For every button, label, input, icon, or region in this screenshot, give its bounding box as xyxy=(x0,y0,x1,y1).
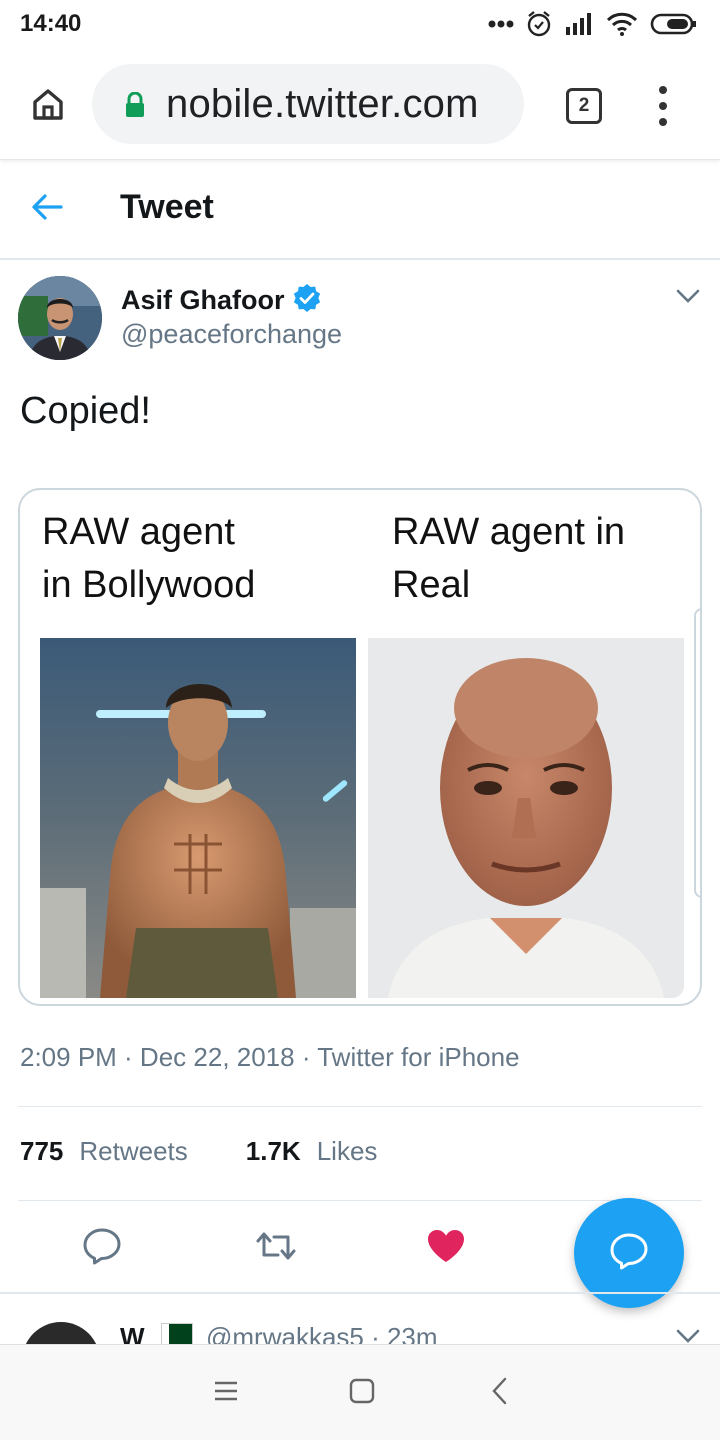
media-caption-right: RAW agent in Real xyxy=(392,511,626,606)
verified-badge-icon xyxy=(291,282,323,319)
like-button[interactable] xyxy=(424,1226,468,1270)
page-header: Tweet xyxy=(0,160,720,260)
divider xyxy=(18,1106,702,1107)
alarm-icon xyxy=(526,10,552,38)
back-arrow-icon[interactable] xyxy=(30,192,64,227)
divider xyxy=(18,1200,702,1201)
media-caption-left: RAW agent in Bollywood xyxy=(42,511,256,606)
like-label[interactable]: Likes xyxy=(317,1136,378,1167)
battery-icon xyxy=(650,12,698,36)
tab-switcher-button[interactable]: 2 xyxy=(566,88,602,124)
tweet-text: Copied! xyxy=(20,390,151,432)
like-count[interactable]: 1.7K xyxy=(246,1136,301,1167)
tweet-media[interactable]: RAW agent in Bollywood RAW agent in Real xyxy=(18,488,702,1006)
back-nav-button[interactable] xyxy=(482,1375,518,1411)
reply-author-name: W xyxy=(120,1322,145,1344)
retweet-label[interactable]: Retweets xyxy=(79,1136,187,1167)
menu-icon xyxy=(213,1380,239,1407)
signal-icon xyxy=(564,13,594,35)
square-icon xyxy=(349,1378,375,1409)
tab-count: 2 xyxy=(578,95,590,116)
reply-icon xyxy=(609,1232,649,1275)
url-text: nobile.twitter.com xyxy=(166,82,479,126)
media-image-right xyxy=(368,638,684,998)
reply-button[interactable] xyxy=(80,1226,124,1270)
address-bar[interactable]: nobile.twitter.com xyxy=(92,64,524,144)
home-nav-button[interactable] xyxy=(344,1375,380,1411)
recents-button[interactable] xyxy=(208,1375,244,1411)
chevron-down-icon[interactable] xyxy=(676,1328,700,1344)
avatar[interactable] xyxy=(18,276,102,360)
browser-toolbar: nobile.twitter.com 2 xyxy=(0,50,720,160)
home-button[interactable] xyxy=(26,84,70,128)
reply-icon xyxy=(82,1227,122,1270)
flag-icon xyxy=(161,1323,193,1344)
chevron-down-icon[interactable] xyxy=(676,288,700,309)
tweet-timestamp: 2:09 PM · Dec 22, 2018 · Twitter for iPh… xyxy=(20,1042,520,1072)
home-icon xyxy=(30,86,66,127)
author-name: Asif Ghafoor xyxy=(121,285,285,315)
reply-author-handle: @mrwakkas5 · 23m xyxy=(206,1322,438,1344)
lock-icon xyxy=(124,91,146,123)
system-nav-bar xyxy=(0,1344,720,1440)
tweet-stats: 775 Retweets 1.7K Likes xyxy=(20,1136,377,1167)
retweet-count[interactable]: 775 xyxy=(20,1136,63,1167)
overflow-menu-icon[interactable] xyxy=(650,84,676,128)
wifi-icon xyxy=(606,12,638,36)
retweet-button[interactable] xyxy=(254,1226,298,1270)
media-scroll-edge xyxy=(694,608,700,898)
status-time: 14:40 xyxy=(20,10,82,37)
author-handle[interactable]: @peaceforchange xyxy=(121,319,342,350)
chevron-left-icon xyxy=(491,1377,509,1410)
page-title: Tweet xyxy=(120,188,214,226)
status-icons xyxy=(488,10,698,38)
author-name-row[interactable]: Asif Ghafoor xyxy=(121,282,323,319)
avatar[interactable] xyxy=(22,1322,100,1344)
like-icon xyxy=(426,1228,466,1269)
media-image-left xyxy=(40,638,356,998)
status-bar: 14:40 xyxy=(0,0,720,50)
reply-item[interactable]: W @mrwakkas5 · 23m xyxy=(0,1294,720,1344)
more-dots-icon xyxy=(488,19,514,29)
retweet-icon xyxy=(254,1229,298,1268)
